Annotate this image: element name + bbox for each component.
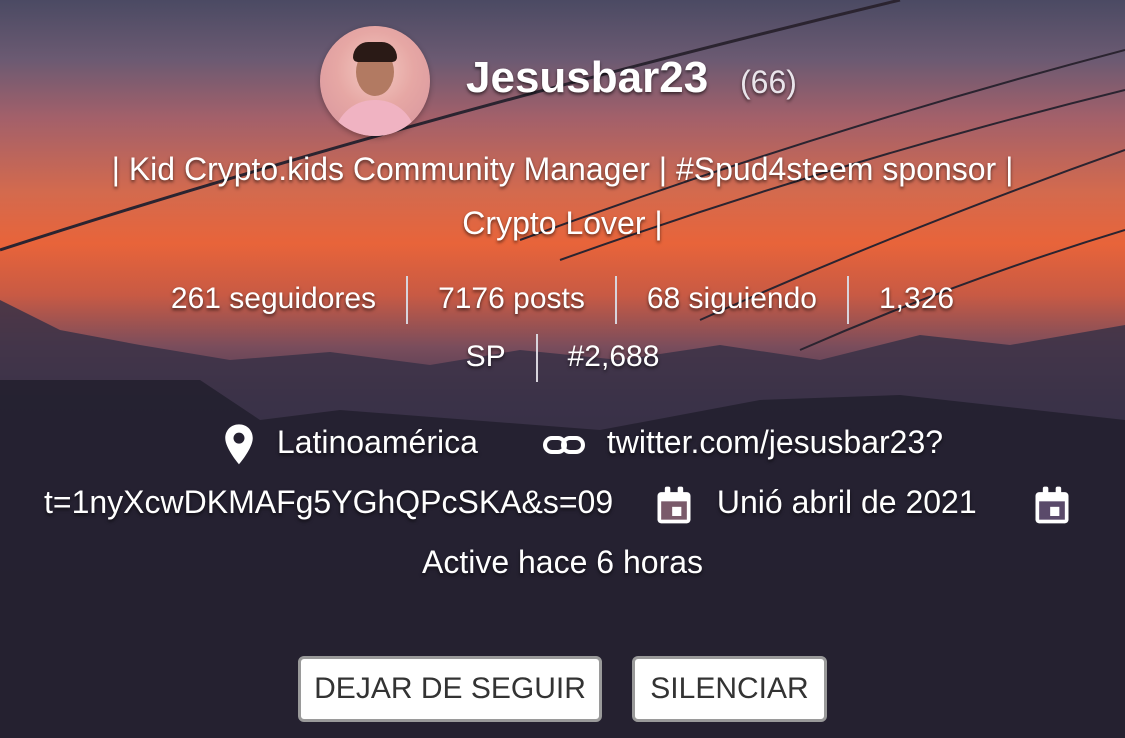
following-count[interactable]: 68 siguiendo bbox=[617, 279, 847, 319]
last-active-row: Active hace 6 horas bbox=[0, 542, 1125, 582]
last-active-text: Active hace 6 horas bbox=[421, 544, 704, 580]
map-pin-icon bbox=[225, 423, 253, 464]
mute-button[interactable]: SILENCIAR bbox=[632, 656, 827, 722]
steem-power-value: 1,326 bbox=[879, 281, 955, 315]
active-icon-wrap bbox=[1030, 482, 1074, 527]
joined-date: Unió abril de 2021 bbox=[716, 484, 977, 520]
avatar[interactable] bbox=[320, 26, 430, 136]
stats-row-1: 261 seguidores 7176 posts 68 siguiendo 1,32… bbox=[0, 276, 1125, 324]
about-line-1: | Kid Crypto.kids Community Manager | #S… bbox=[111, 151, 1014, 187]
profile-header: Jesusbar23 (66) | Kid Crypto.kids Commun… bbox=[0, 0, 1125, 738]
unfollow-button[interactable]: DEJAR DE SEGUIR bbox=[298, 656, 602, 722]
location-text: Latinoamérica bbox=[276, 424, 478, 460]
about-line-2: Crypto Lover | bbox=[462, 205, 663, 241]
avatar-shirt bbox=[334, 100, 416, 136]
profile-username: Jesusbar23 bbox=[466, 53, 709, 102]
avatar-hair bbox=[353, 42, 397, 62]
website-row-continued: t=1nyXcwDKMAFg5YGhQPcSKA&s=09 bbox=[44, 482, 613, 522]
rank-value: #2,688 bbox=[567, 339, 660, 373]
calendar-icon bbox=[657, 486, 691, 523]
reputation-score: (66) bbox=[740, 64, 797, 100]
stats-row-2: SP #2,688 bbox=[0, 334, 1125, 382]
location-row: Latinoamérica bbox=[222, 422, 478, 467]
steem-power-unit: SP bbox=[465, 339, 506, 373]
website-link-continued[interactable]: t=1nyXcwDKMAFg5YGhQPcSKA&s=09 bbox=[44, 484, 613, 520]
link-icon bbox=[543, 435, 585, 454]
followers-count[interactable]: 261 seguidores bbox=[141, 279, 406, 319]
posts-count: 7176 posts bbox=[438, 281, 585, 315]
calendar-icon bbox=[1035, 486, 1069, 523]
joined-row: Unió abril de 2021 bbox=[652, 482, 977, 527]
website-row: twitter.com/jesusbar23? bbox=[542, 422, 943, 462]
website-link[interactable]: twitter.com/jesusbar23? bbox=[607, 424, 943, 460]
profile-about: | Kid Crypto.kids Community Manager | #S… bbox=[40, 142, 1085, 250]
